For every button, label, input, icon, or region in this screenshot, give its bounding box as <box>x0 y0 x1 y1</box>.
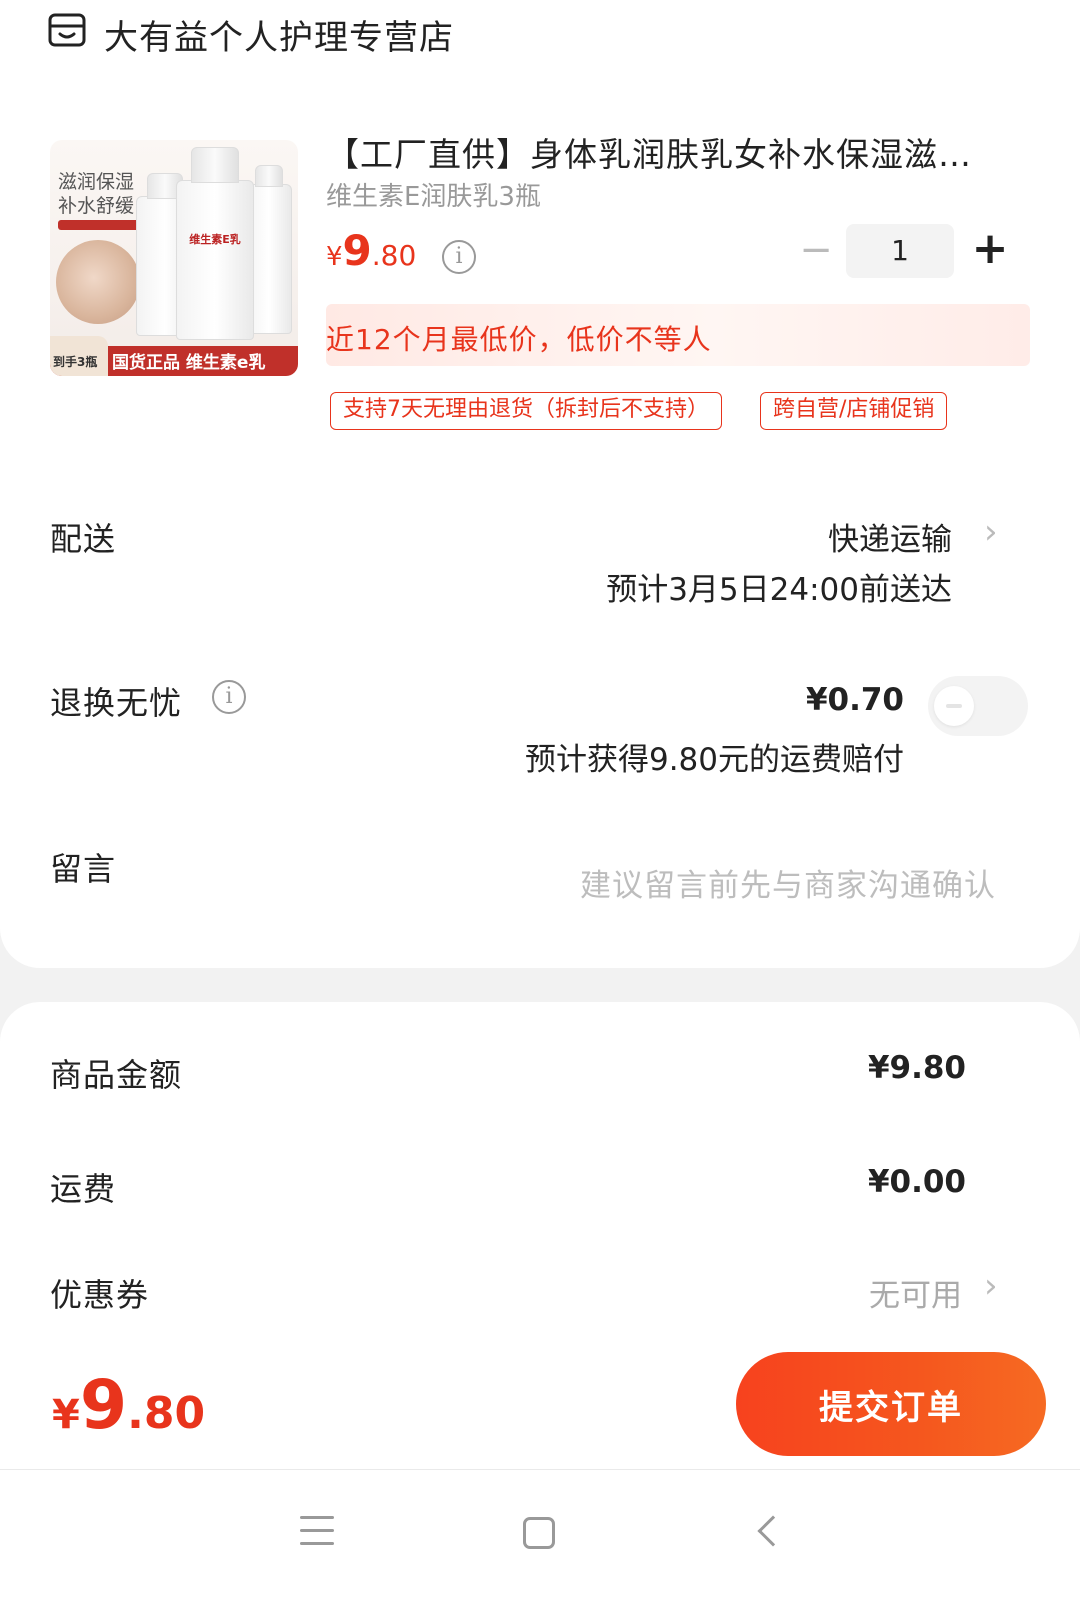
message-input[interactable]: 建议留言前先与商家沟通确认 <box>580 860 996 905</box>
product-image-photo <box>56 240 140 324</box>
return-insurance-toggle[interactable] <box>928 676 1028 736</box>
delivery-eta: 预计3月5日24:00前送达 <box>606 572 952 608</box>
return-insurance-price: ¥0.70 <box>805 682 904 718</box>
return-insurance-info-icon[interactable]: i <box>212 680 246 714</box>
product-image-headline: 滋润保湿 补水舒缓 <box>58 171 135 217</box>
price-info-icon[interactable]: i <box>442 240 476 274</box>
message-label: 留言 <box>50 850 117 888</box>
toggle-knob <box>934 686 974 726</box>
shipping-value: ¥0.00 <box>867 1164 966 1200</box>
product-spec[interactable]: 维生素E润肤乳3瓶 <box>326 176 541 213</box>
product-image[interactable]: 滋润保湿 补水舒缓 维生素E乳 国货正品 维生素e乳 到手3瓶 <box>50 140 298 376</box>
return-policy-tag: 支持7天无理由退货（拆封后不支持） <box>330 392 722 430</box>
lowest-price-banner: 近12个月最低价，低价不等人 <box>326 304 1030 366</box>
delivery-method[interactable]: 快递运输 <box>828 514 952 559</box>
product-title[interactable]: 【工厂直供】身体乳润肤乳女补水保湿滋… <box>326 128 1016 176</box>
shipping-label: 运费 <box>50 1170 117 1208</box>
home-icon[interactable] <box>523 1517 555 1549</box>
total-price: ¥9.80 <box>52 1366 206 1445</box>
submit-order-button[interactable]: 提交订单 <box>736 1352 1046 1456</box>
store-icon <box>48 13 86 47</box>
goods-amount-label: 商品金额 <box>50 1056 183 1094</box>
chevron-right-icon[interactable]: › <box>984 512 998 552</box>
coupon-chevron-icon[interactable]: › <box>984 1266 998 1306</box>
return-insurance-label: 退换无忧 <box>50 684 183 722</box>
goods-amount-value: ¥9.80 <box>867 1050 966 1086</box>
quantity-input[interactable]: 1 <box>846 224 954 278</box>
delivery-label: 配送 <box>50 520 117 558</box>
return-insurance-note: 预计获得9.80元的运费赔付 <box>524 742 904 778</box>
promotion-tag: 跨自营/店铺促销 <box>760 392 948 430</box>
coupon-value[interactable]: 无可用 <box>869 1270 962 1315</box>
product-image-band: 国货正品 维生素e乳 <box>112 353 266 373</box>
product-image-bottle-label: 维生素E乳 <box>189 233 241 246</box>
shop-name[interactable]: 大有益个人护理专营店 <box>104 10 454 59</box>
lowest-price-text: 近12个月最低价，低价不等人 <box>326 323 712 356</box>
product-image-corner: 到手3瓶 <box>53 355 98 369</box>
coupon-label: 优惠券 <box>50 1276 150 1314</box>
quantity-decrease-button[interactable]: − <box>796 230 836 270</box>
product-price: ¥9.80 <box>326 226 417 275</box>
menu-icon[interactable] <box>300 1516 334 1546</box>
quantity-increase-button[interactable]: + <box>968 227 1012 272</box>
